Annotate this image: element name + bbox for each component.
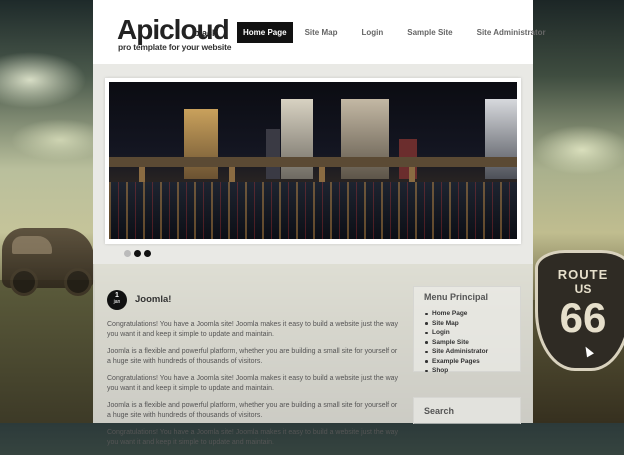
- building: [266, 129, 280, 179]
- main-content: 1 jan Joomla! Congratulations! You have …: [93, 264, 533, 446]
- article-paragraph: Congratulations! You have a Joomla site!…: [107, 375, 399, 392]
- water-reflection: [109, 182, 517, 239]
- slide-dot-1[interactable]: [124, 250, 131, 257]
- article-body: Congratulations! You have a Joomla site!…: [107, 320, 399, 455]
- building: [281, 99, 313, 179]
- article-paragraph: Congratulations! You have a Joomla site!…: [107, 321, 399, 338]
- bridge: [109, 157, 517, 167]
- site-header: Apicloud black pro template for your web…: [93, 0, 546, 64]
- nav-sample-site[interactable]: Sample Site: [401, 22, 458, 43]
- nav-site-map[interactable]: Site Map: [299, 22, 344, 43]
- building: [485, 99, 517, 179]
- slide-dot-3[interactable]: [144, 250, 151, 257]
- logo-tagline: pro template for your website: [118, 42, 232, 52]
- slide-city-night-image[interactable]: [109, 82, 517, 239]
- sign-number: 66: [559, 294, 607, 341]
- sidebar-item-site-map[interactable]: Site Map: [424, 319, 488, 329]
- sidebar-item-site-administrator[interactable]: Site Administrator: [424, 347, 488, 357]
- nav-login[interactable]: Login: [355, 22, 389, 43]
- sidebar-search-module: Search: [413, 397, 521, 424]
- article-paragraph: Joomla is a flexible and powerful platfo…: [107, 402, 398, 419]
- date-badge: 1 jan: [107, 290, 127, 310]
- sidebar-item-example-pages[interactable]: Example Pages: [424, 357, 488, 367]
- slide-dot-2[interactable]: [134, 250, 141, 257]
- sidebar-item-login[interactable]: Login: [424, 328, 488, 338]
- slideshow-frame: [105, 78, 521, 244]
- background-left-ground: [0, 280, 95, 423]
- route-66-sign-image: ROUTE US 66: [535, 250, 624, 371]
- nav-home-page[interactable]: Home Page: [237, 22, 293, 43]
- article-paragraph: Congratulations! You have a Joomla site!…: [107, 429, 399, 446]
- slideshow-area: [93, 64, 533, 264]
- sidebar-item-sample-site[interactable]: Sample Site: [424, 338, 488, 348]
- sign-line-route: ROUTE: [557, 267, 609, 282]
- nav-site-administrator[interactable]: Site Administrator: [471, 22, 552, 43]
- article-title[interactable]: Joomla!: [135, 294, 171, 305]
- sidebar-menu-title: Menu Principal: [424, 292, 489, 302]
- search-title: Search: [424, 406, 455, 416]
- slideshow-pagination: [124, 250, 151, 257]
- page-container: Apicloud black pro template for your web…: [93, 0, 546, 446]
- car-wheel: [64, 268, 92, 296]
- article-paragraph: Joomla is a flexible and powerful platfo…: [107, 348, 398, 365]
- main-nav: Home Page Site Map Login Sample Site Sit…: [237, 22, 564, 43]
- car-wheel: [10, 268, 38, 296]
- sidebar-item-shop[interactable]: Shop: [424, 366, 488, 376]
- date-month: jan: [113, 299, 121, 305]
- sidebar-menu-list: Home Page Site Map Login Sample Site Sit…: [424, 309, 488, 376]
- logo-variant: black: [194, 28, 218, 38]
- building: [341, 99, 389, 179]
- sidebar-item-home-page[interactable]: Home Page: [424, 309, 488, 319]
- vintage-car-image: [2, 228, 94, 296]
- date-day: 1: [115, 292, 119, 299]
- building: [184, 109, 218, 179]
- sidebar-menu-module: Menu Principal Home Page Site Map Login …: [413, 286, 521, 374]
